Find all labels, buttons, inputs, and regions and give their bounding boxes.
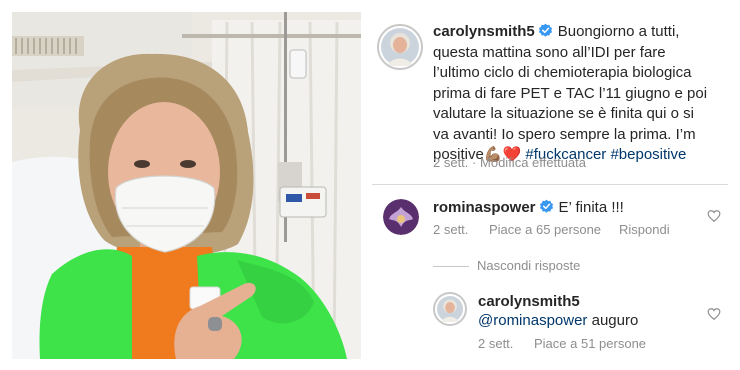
comment-avatar[interactable]: [383, 199, 419, 235]
comment-text: E’ finita !!!: [558, 199, 624, 216]
caption-meta: 2 sett. · Modifica effettuata: [433, 155, 586, 170]
caption-line: va avanti! Io spero sempre la prima. I’m: [433, 125, 696, 143]
edited-label: Modifica effettuata: [480, 155, 587, 170]
reply-username[interactable]: carolynsmith5: [478, 293, 638, 310]
reply-avatar[interactable]: [433, 292, 467, 326]
avatar-image: [437, 296, 463, 322]
comment-row: rominaspower E’ finita !!!: [433, 198, 624, 219]
reply-body: auguro: [591, 312, 639, 329]
verified-icon: [539, 199, 553, 213]
hide-replies-button[interactable]: Nascondi risposte: [477, 258, 580, 273]
avatar-image: [383, 199, 419, 235]
meta-separator: ·: [472, 155, 477, 170]
comment-username[interactable]: rominaspower: [433, 199, 536, 216]
avatar-image: [381, 28, 419, 66]
caption-line: valutare la situazione se è finita qui o…: [433, 105, 694, 122]
mention-link[interactable]: @rominaspower: [478, 312, 587, 329]
comment-time[interactable]: 2 sett.: [433, 222, 468, 237]
caption-text: carolynsmith5 Buongiorno a tutti, questa …: [433, 22, 733, 166]
hide-replies-line: [433, 266, 469, 267]
caption-time[interactable]: 2 sett.: [433, 155, 468, 170]
caption-avatar[interactable]: [377, 24, 423, 70]
reply-row: carolynsmith5 @rominaspower auguro: [478, 293, 638, 332]
hashtag-link[interactable]: #bepositive: [610, 146, 686, 163]
comment-likes[interactable]: Piace a 65 persone: [489, 222, 601, 237]
reply-button[interactable]: Rispondi: [619, 222, 670, 237]
reply-time[interactable]: 2 sett.: [478, 336, 513, 351]
like-heart-icon[interactable]: [707, 307, 721, 321]
caption-line: l’ultimo ciclo di chemioterapia biologic…: [433, 64, 692, 81]
caption-username[interactable]: carolynsmith5: [433, 23, 535, 40]
caption-line: prima di fare PET e TAC l’11 giugno e po…: [433, 84, 708, 102]
photo-illustration: [12, 12, 361, 359]
caption-block: carolynsmith5 Buongiorno a tutti, questa …: [433, 22, 733, 166]
post-photo: [12, 12, 361, 359]
caption-line: Buongiorno a tutti,: [557, 23, 680, 40]
divider: [372, 184, 728, 185]
reply-likes[interactable]: Piace a 51 persone: [534, 336, 646, 351]
verified-icon: [538, 23, 552, 37]
reply-text: @rominaspower auguro: [478, 311, 638, 332]
caption-line: questa mattina sono all’IDI per fare: [433, 43, 666, 61]
like-heart-icon[interactable]: [707, 209, 721, 223]
